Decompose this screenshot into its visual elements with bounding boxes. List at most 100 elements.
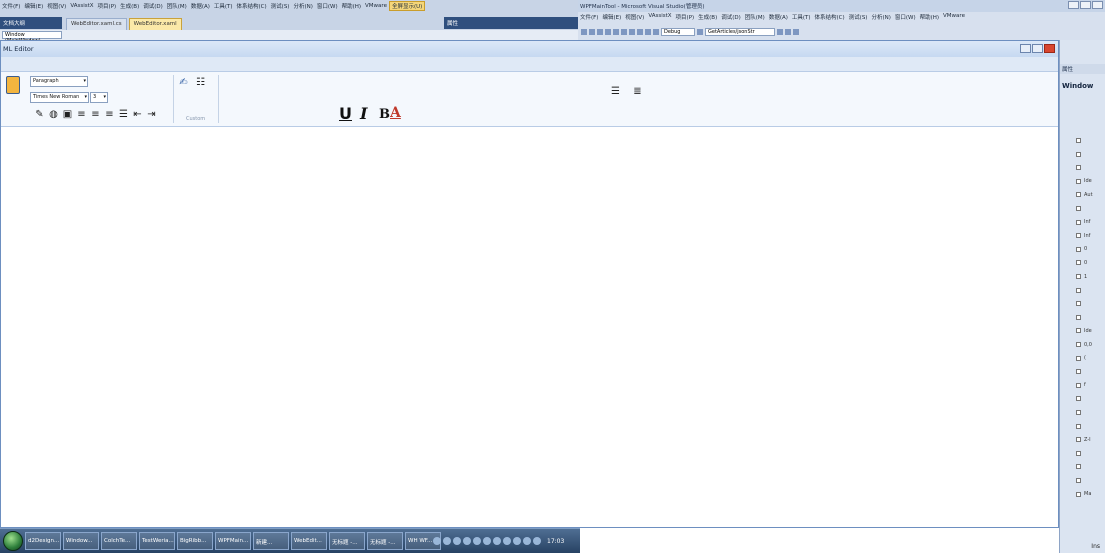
tray-icon[interactable] (513, 537, 521, 545)
outdent-icon[interactable]: ⇤ (132, 109, 143, 120)
property-checkbox[interactable] (1076, 410, 1081, 415)
globe-icon[interactable]: ◍ (48, 109, 59, 120)
configuration-combo[interactable]: Debug (661, 28, 695, 36)
taskbar-item[interactable]: ColchTe... (101, 532, 137, 550)
tray-icon[interactable] (453, 537, 461, 545)
fullscreen-button[interactable]: 全屏显示(U) (388, 1, 426, 11)
tray-icon[interactable] (443, 537, 451, 545)
taskbar-item[interactable]: 无标题 -... (329, 532, 365, 550)
undo-icon[interactable] (637, 29, 643, 35)
left-menu-item[interactable]: 体系结构(C) (235, 2, 269, 10)
property-checkbox[interactable] (1076, 314, 1081, 320)
property-row[interactable]: 0 (1076, 244, 1104, 255)
property-row[interactable] (1076, 149, 1104, 160)
tab-webeditor-xaml-cs[interactable]: WebEditor.xaml.cs (66, 18, 127, 30)
numbered-list-icon[interactable]: ☰ (610, 86, 621, 97)
property-checkbox[interactable] (1076, 491, 1081, 497)
property-row[interactable] (1076, 312, 1104, 323)
property-checkbox[interactable] (1076, 138, 1081, 143)
property-checkbox[interactable] (1076, 396, 1081, 402)
property-row[interactable] (1076, 203, 1104, 214)
paste-icon[interactable] (629, 29, 635, 35)
tray-icon[interactable] (463, 537, 471, 545)
tray-icon[interactable] (523, 537, 531, 545)
property-checkbox[interactable] (1076, 342, 1081, 347)
property-row[interactable]: ( (1076, 353, 1104, 364)
right-menu-item[interactable]: 测试(S) (847, 13, 870, 23)
right-menu-item[interactable]: 生成(B) (696, 13, 719, 23)
property-row[interactable] (1076, 162, 1104, 173)
start-debug-icon[interactable] (653, 29, 659, 35)
property-row[interactable] (1076, 298, 1104, 309)
property-checkbox[interactable] (1076, 178, 1081, 184)
property-checkbox[interactable] (1076, 478, 1081, 483)
volume-icon[interactable] (533, 537, 541, 545)
left-menu-item[interactable]: 分析(N) (291, 2, 314, 10)
italic-button[interactable]: I (360, 104, 367, 123)
right-menu-item[interactable]: 文件(F) (578, 13, 600, 23)
property-row[interactable] (1076, 407, 1104, 418)
document-outline-panel-title[interactable]: 文档大纲 (0, 17, 62, 29)
align-right-icon[interactable]: ≡ (104, 109, 115, 120)
right-menu-item[interactable]: 帮助(H) (918, 13, 941, 23)
property-row[interactable]: Ide (1076, 176, 1104, 187)
properties-icon[interactable] (785, 29, 791, 35)
property-row[interactable] (1076, 448, 1104, 459)
property-row[interactable] (1076, 285, 1104, 296)
property-row[interactable] (1076, 461, 1104, 472)
left-menu-item[interactable]: 编辑(E) (22, 2, 45, 10)
redo-icon[interactable] (645, 29, 651, 35)
property-checkbox[interactable] (1076, 192, 1081, 198)
property-checkbox[interactable] (1076, 382, 1081, 388)
property-checkbox[interactable] (1076, 246, 1081, 252)
taskbar-item[interactable]: 无标题 -... (367, 532, 403, 550)
bold-button[interactable]: B (379, 107, 390, 122)
property-checkbox[interactable] (1076, 423, 1081, 429)
property-row[interactable]: 0 (1076, 257, 1104, 268)
find-icon[interactable] (697, 29, 703, 35)
left-menu-item[interactable]: VAssistX (68, 3, 95, 9)
maximize-button[interactable] (1080, 1, 1091, 9)
save-icon[interactable] (6, 76, 20, 94)
tray-icon[interactable] (473, 537, 481, 545)
open-file-icon[interactable] (589, 29, 595, 35)
edit-source-icon[interactable]: ✍ (178, 77, 189, 88)
left-menu-item[interactable]: 项目(P) (96, 2, 119, 10)
editor-close-button[interactable] (1044, 44, 1055, 53)
left-menu-item[interactable]: 生成(B) (118, 2, 141, 10)
right-menu-item[interactable]: VMware (941, 13, 967, 23)
tray-icon[interactable] (433, 537, 441, 545)
start-button[interactable] (3, 531, 23, 551)
indent-icon[interactable]: ⇥ (146, 109, 157, 120)
editor-minimize-button[interactable] (1020, 44, 1031, 53)
properties-panel-title[interactable]: 属性 (444, 17, 578, 29)
font-family-combo[interactable]: Times New Roman ▾ (30, 92, 89, 103)
tab-webeditor-xaml[interactable]: WebEditor.xaml (128, 18, 182, 30)
right-menu-item[interactable]: 团队(M) (743, 13, 767, 23)
left-menu-item[interactable]: 视图(V) (45, 2, 68, 10)
taskbar-item[interactable]: WebEdit... (291, 532, 327, 550)
property-checkbox[interactable] (1076, 450, 1081, 456)
taskbar-item[interactable]: TestWeria... (139, 532, 175, 550)
left-menu-item[interactable]: 帮助(H) (340, 2, 363, 10)
underline-button[interactable]: U (339, 104, 352, 123)
custom-list-icon[interactable]: ☷ (195, 77, 206, 88)
justify-icon[interactable]: ≣ (632, 86, 643, 97)
right-menu-item[interactable]: 视图(V) (623, 13, 646, 23)
property-row[interactable]: 1 (1076, 271, 1104, 282)
property-checkbox[interactable] (1076, 233, 1081, 239)
property-checkbox[interactable] (1076, 464, 1081, 470)
font-color-button[interactable]: A (390, 105, 401, 121)
editor-maximize-button[interactable] (1032, 44, 1043, 53)
right-menu-item[interactable]: 数据(A) (767, 13, 790, 23)
property-row[interactable] (1076, 135, 1104, 146)
align-center-icon[interactable]: ≡ (90, 109, 101, 120)
pencil-icon[interactable]: ✎ (34, 109, 45, 120)
property-row[interactable]: Aut (1076, 189, 1104, 200)
property-row[interactable]: 0,0 (1076, 339, 1104, 350)
taskbar-item[interactable]: BigRibb... (177, 532, 213, 550)
tray-icon[interactable] (493, 537, 501, 545)
property-checkbox[interactable] (1076, 274, 1081, 279)
right-menu-item[interactable]: VAssistX (646, 13, 673, 23)
property-checkbox[interactable] (1076, 151, 1081, 157)
